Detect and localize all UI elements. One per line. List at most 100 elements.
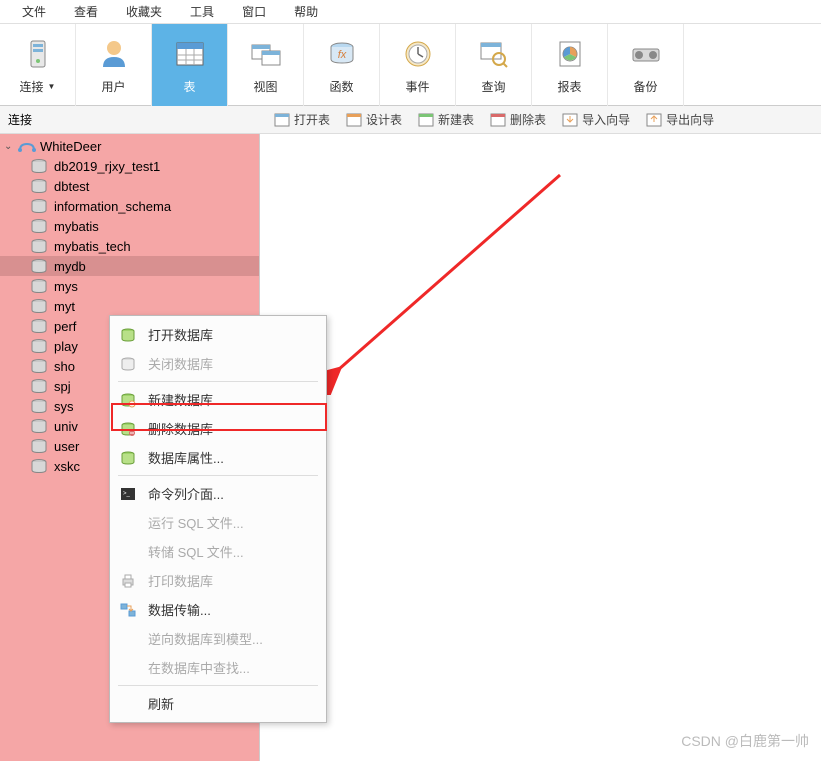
watermark: CSDN @白鹿第一帅	[681, 731, 809, 751]
database-icon	[30, 378, 48, 394]
database-icon	[30, 218, 48, 234]
toolbar-label: 连接	[20, 78, 44, 95]
database-name: dbtest	[54, 179, 89, 194]
toolbar-label: 备份	[633, 78, 657, 95]
expand-icon[interactable]: ⌄	[4, 141, 18, 152]
sub-new-table[interactable]: 新建表	[412, 109, 480, 130]
database-name: user	[54, 439, 79, 454]
menu-file[interactable]: 文件	[8, 3, 60, 20]
chevron-down-icon: ▼	[48, 82, 56, 91]
toolbar-view[interactable]: 视图	[228, 24, 304, 106]
database-name: myt	[54, 299, 75, 314]
blank-icon	[118, 695, 138, 713]
content-pane	[260, 134, 821, 761]
context-menu-label: 打印数据库	[148, 571, 213, 590]
toolbar-label: 表	[183, 78, 195, 95]
context-menu-item[interactable]: + 新建数据库...	[110, 385, 326, 414]
toolbar-label: 事件	[405, 78, 429, 95]
context-menu-item: 转储 SQL 文件...	[110, 537, 326, 566]
context-menu-item[interactable]: 删除数据库	[110, 414, 326, 443]
menu-separator	[118, 475, 318, 476]
menu-separator	[118, 685, 318, 686]
tree-database-node[interactable]: dbtest	[0, 176, 259, 196]
context-menu-item: 在数据库中查找...	[110, 653, 326, 682]
context-menu-item[interactable]: 数据传输...	[110, 595, 326, 624]
toolbar-function[interactable]: fx 函数	[304, 24, 380, 106]
context-menu-label: 刷新	[148, 694, 174, 713]
toolbar-report[interactable]: 报表	[532, 24, 608, 106]
sub-import-wizard[interactable]: 导入向导	[556, 109, 636, 130]
tree-database-node[interactable]: mybatis	[0, 216, 259, 236]
view-icon	[248, 36, 284, 72]
query-icon	[476, 36, 512, 72]
table-new-icon	[418, 112, 434, 128]
context-menu-label: 关闭数据库	[148, 354, 213, 373]
database-icon	[30, 238, 48, 254]
context-menu-item: 关闭数据库	[110, 349, 326, 378]
context-menu-item[interactable]: 打开数据库	[110, 320, 326, 349]
svg-text:+: +	[131, 402, 134, 408]
toolbar-backup[interactable]: 备份	[608, 24, 684, 106]
toolbar-event[interactable]: 事件	[380, 24, 456, 106]
context-menu: 打开数据库关闭数据库 + 新建数据库... 删除数据库数据库属性... >_命令列介面.…	[109, 315, 327, 723]
database-icon	[30, 318, 48, 334]
database-name: sys	[54, 399, 74, 414]
menu-help[interactable]: 帮助	[280, 3, 332, 20]
toolbar-label: 用户	[101, 78, 125, 95]
context-menu-item[interactable]: 刷新	[110, 689, 326, 718]
context-menu-item[interactable]: 数据库属性...	[110, 443, 326, 472]
toolbar-table[interactable]: 表	[152, 24, 228, 106]
blank-icon	[118, 630, 138, 648]
db-props-icon	[118, 449, 138, 467]
svg-text:fx: fx	[337, 49, 346, 61]
context-menu-label: 转储 SQL 文件...	[148, 542, 244, 561]
tree-database-node[interactable]: mydb	[0, 256, 259, 276]
database-name: spj	[54, 379, 71, 394]
tree-database-node[interactable]: db2019_rjxy_test1	[0, 156, 259, 176]
context-menu-item[interactable]: >_命令列介面...	[110, 479, 326, 508]
context-menu-label: 删除数据库	[148, 419, 213, 438]
user-icon	[96, 36, 132, 72]
menu-favorites[interactable]: 收藏夹	[112, 3, 176, 20]
context-menu-label: 数据传输...	[148, 600, 211, 619]
sub-export-wizard[interactable]: 导出向导	[640, 109, 720, 130]
context-menu-label: 打开数据库	[148, 325, 213, 344]
tree-database-node[interactable]: mybatis_tech	[0, 236, 259, 256]
table-delete-icon	[490, 112, 506, 128]
menu-view[interactable]: 查看	[60, 3, 112, 20]
toolbar-user[interactable]: 用户	[76, 24, 152, 106]
tree-database-node[interactable]: myt	[0, 296, 259, 316]
toolbar-label: 函数	[329, 78, 353, 95]
menu-window[interactable]: 窗口	[228, 3, 280, 20]
database-name: mydb	[54, 259, 86, 274]
backup-icon	[628, 36, 664, 72]
database-name: db2019_rjxy_test1	[54, 159, 160, 174]
tree-database-node[interactable]: mys	[0, 276, 259, 296]
toolbar-query[interactable]: 查询	[456, 24, 532, 106]
context-menu-label: 命令列介面...	[148, 484, 224, 503]
database-icon	[30, 418, 48, 434]
menu-tools[interactable]: 工具	[176, 3, 228, 20]
tree-connection-node[interactable]: ⌄ WhiteDeer	[0, 136, 259, 156]
menubar: 文件 查看 收藏夹 工具 窗口 帮助	[0, 0, 821, 24]
connection-icon	[18, 138, 36, 154]
sub-open-table[interactable]: 打开表	[268, 109, 336, 130]
database-name: play	[54, 339, 78, 354]
database-name: mybatis	[54, 219, 99, 234]
database-name: xskc	[54, 459, 80, 474]
sub-design-table[interactable]: 设计表	[340, 109, 408, 130]
table-design-icon	[346, 112, 362, 128]
report-icon	[552, 36, 588, 72]
database-icon	[30, 458, 48, 474]
sub-delete-table[interactable]: 删除表	[484, 109, 552, 130]
tree-database-node[interactable]: information_schema	[0, 196, 259, 216]
context-menu-item: 逆向数据库到模型...	[110, 624, 326, 653]
context-menu-item: 运行 SQL 文件...	[110, 508, 326, 537]
context-menu-label: 数据库属性...	[148, 448, 224, 467]
sub-toolbar-label: 连接	[0, 111, 260, 128]
table-small-icon	[274, 112, 290, 128]
print-icon	[118, 572, 138, 590]
database-icon	[30, 398, 48, 414]
context-menu-label: 新建数据库...	[148, 390, 224, 409]
toolbar-connection[interactable]: 连接 ▼	[0, 24, 76, 106]
